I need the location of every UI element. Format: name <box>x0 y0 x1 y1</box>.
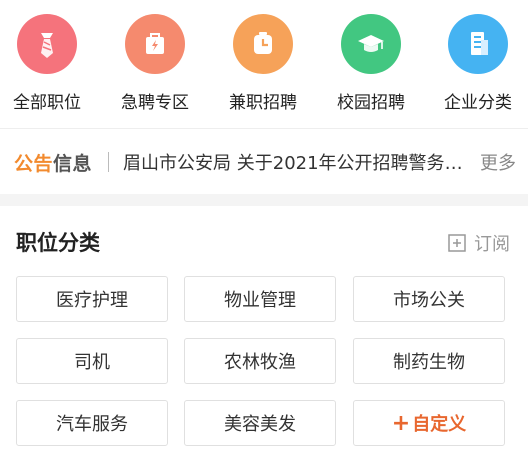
urgent-bag-icon <box>125 14 185 74</box>
building-icon <box>448 14 508 74</box>
shortcut-label: 校园招聘 <box>337 93 405 113</box>
shortcut-urgent[interactable]: 急聘专区 <box>103 14 207 113</box>
section-gap <box>0 194 528 206</box>
shortcut-label: 兼职招聘 <box>229 93 297 113</box>
notice-more-link[interactable]: 更多 <box>480 149 516 175</box>
shortcut-label: 企业分类 <box>444 93 512 113</box>
tie-icon <box>17 14 77 74</box>
clock-icon <box>233 14 293 74</box>
shortcut-part-time[interactable]: 兼职招聘 <box>211 14 315 113</box>
notice-bar[interactable]: 公告信息 眉山市公安局 关于2021年公开招聘警务辅助人员的公告 更多 <box>0 136 528 188</box>
plus-icon: + <box>391 410 411 436</box>
shortcut-label: 急聘专区 <box>121 93 189 113</box>
category-item[interactable]: 汽车服务 <box>16 400 168 446</box>
shortcut-company-category[interactable]: 企业分类 <box>426 14 528 113</box>
custom-category-button[interactable]: + 自定义 <box>353 400 505 446</box>
notice-logo-part2: 信息 <box>53 152 93 175</box>
shortcut-campus[interactable]: 校园招聘 <box>319 14 423 113</box>
shortcut-label: 全部职位 <box>13 93 81 113</box>
add-box-icon <box>448 234 466 252</box>
shortcut-all-jobs[interactable]: 全部职位 <box>0 14 99 113</box>
category-item[interactable]: 美容美发 <box>184 400 336 446</box>
notice-text[interactable]: 眉山市公安局 关于2021年公开招聘警务辅助人员的公告 <box>123 149 467 175</box>
subscribe-button[interactable]: 订阅 <box>448 230 510 256</box>
category-item[interactable]: 物业管理 <box>184 276 336 322</box>
custom-label: 自定义 <box>412 414 467 435</box>
category-item[interactable]: 医疗护理 <box>16 276 168 322</box>
section-title: 职位分类 <box>16 231 100 255</box>
category-item[interactable]: 市场公关 <box>353 276 505 322</box>
category-item[interactable]: 农林牧渔 <box>184 338 336 384</box>
category-item[interactable]: 司机 <box>16 338 168 384</box>
shortcut-bar: 全部职位 急聘专区 兼职招聘 校园招聘 企业分类 <box>0 0 528 128</box>
divider <box>0 128 528 129</box>
subscribe-label: 订阅 <box>474 234 510 255</box>
category-item[interactable]: 制药生物 <box>353 338 505 384</box>
notice-logo-part1: 公告 <box>14 152 54 175</box>
graduation-cap-icon <box>341 14 401 74</box>
notice-logo: 公告信息 <box>14 149 92 176</box>
notice-separator <box>108 152 110 172</box>
